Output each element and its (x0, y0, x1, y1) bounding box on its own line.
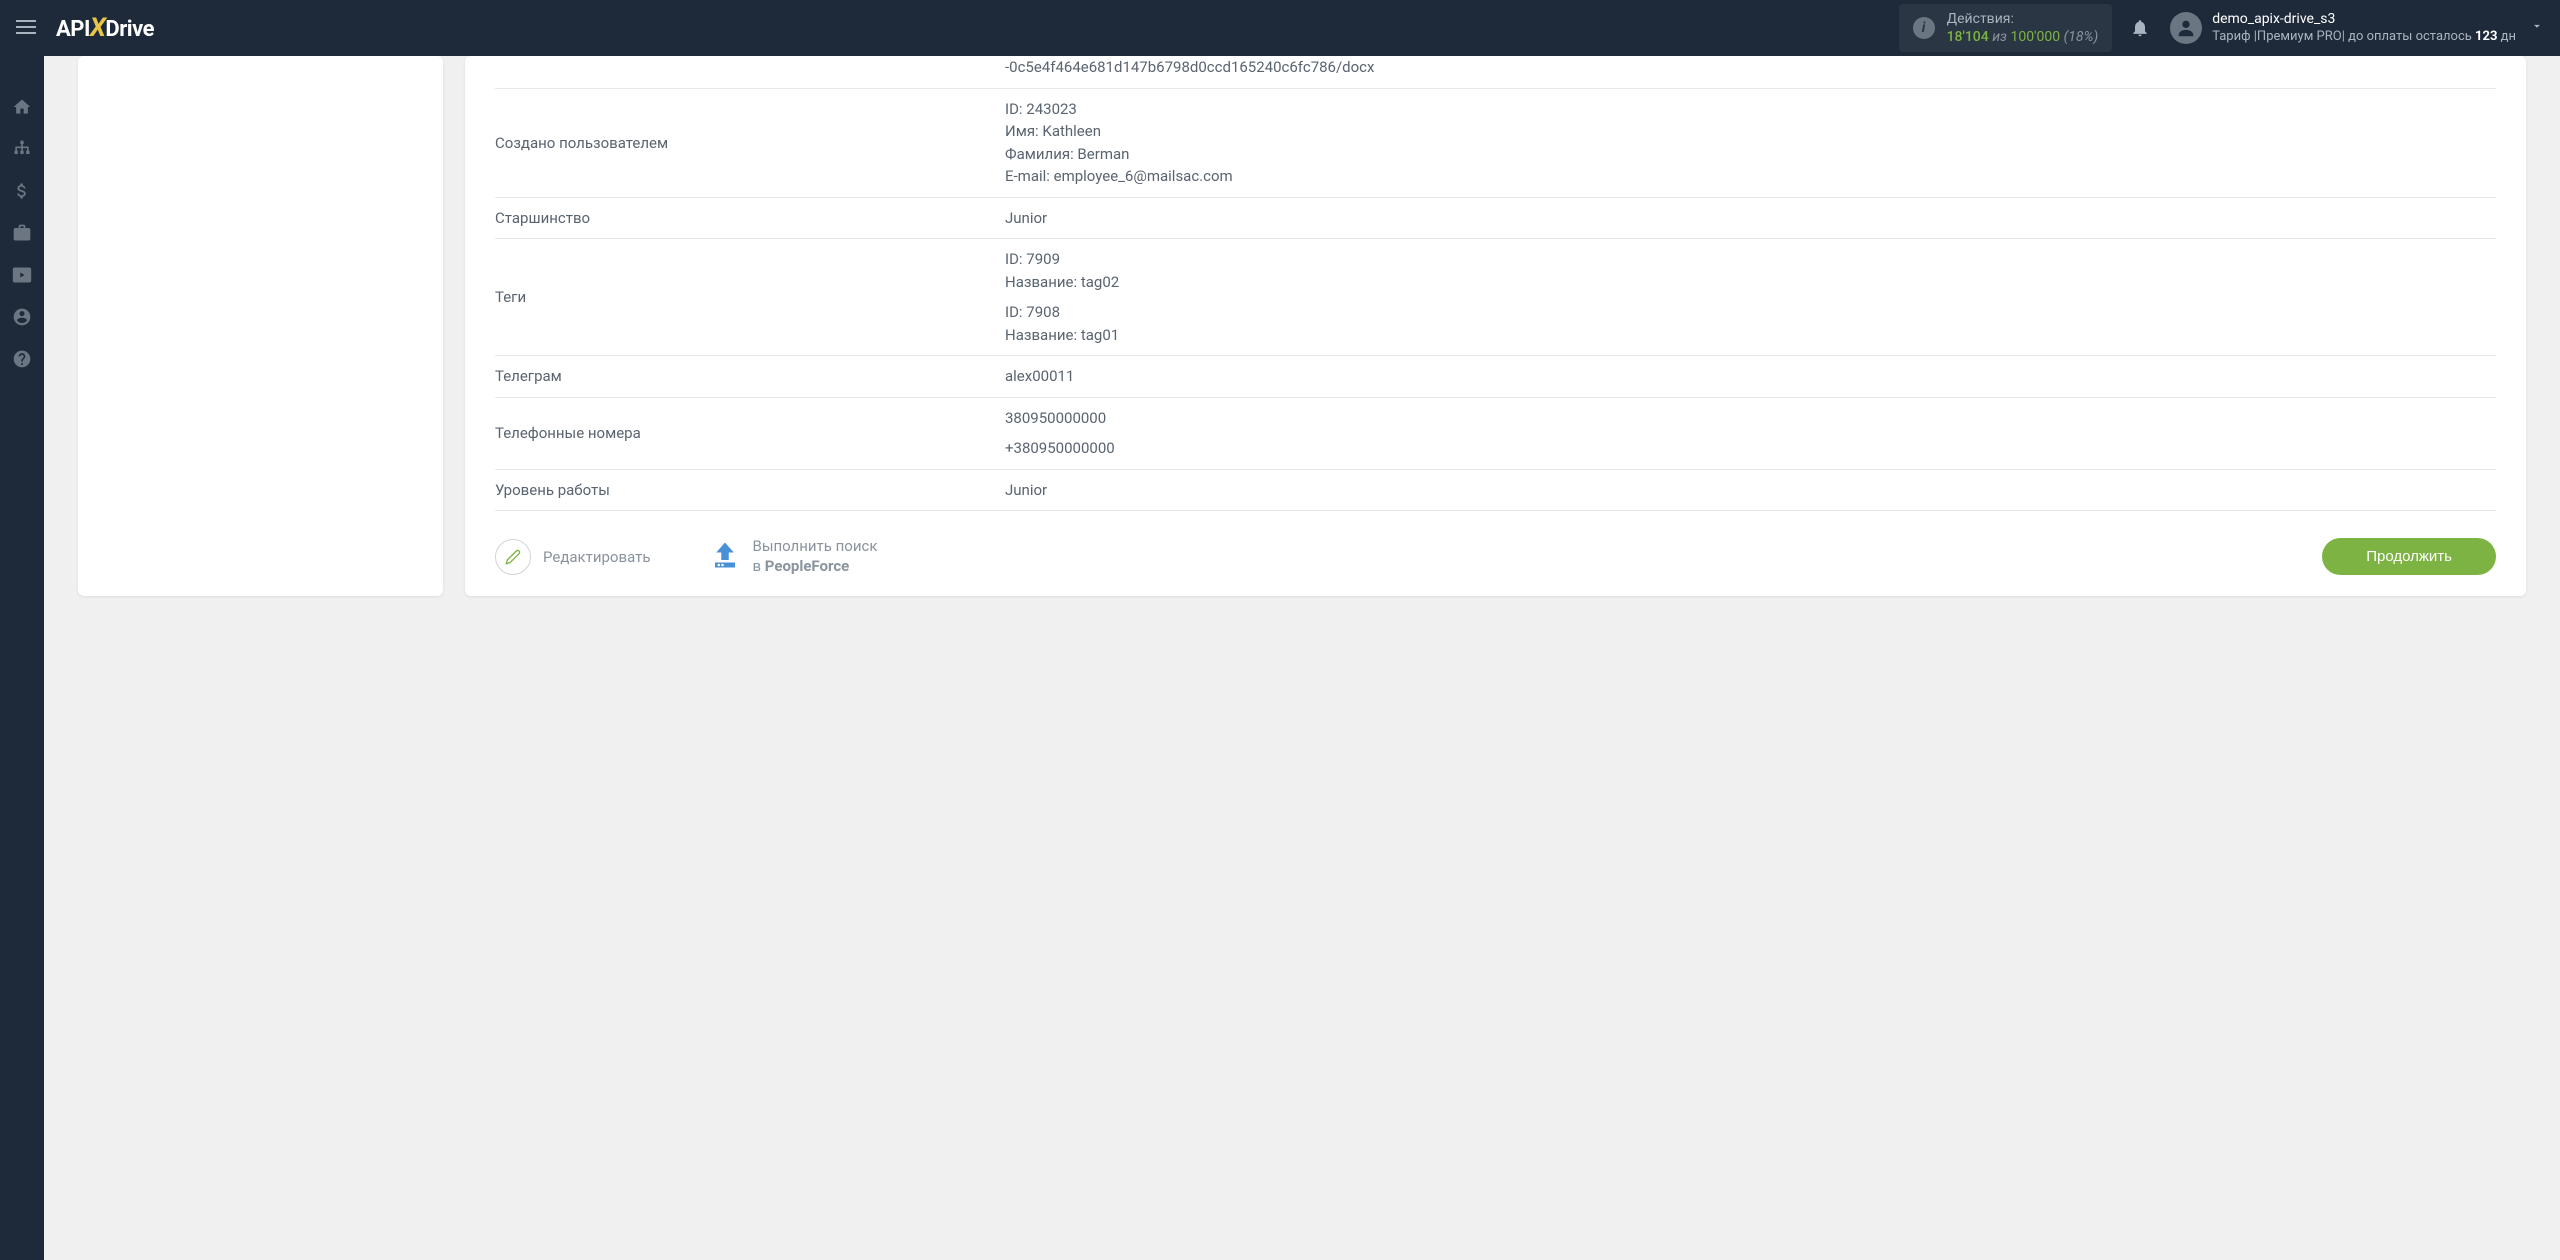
content-area: -0c5e4f464e681d147b6798d0ccd165240c6fc78… (44, 56, 2560, 1260)
user-tariff: Тариф |Премиум PRO| до оплаты осталось 1… (2212, 29, 2516, 46)
tags-value: ID: 7909 Название: tag02 ID: 7908 Назван… (1005, 248, 1119, 346)
sidebar-video[interactable] (0, 254, 44, 296)
seniority-label: Старшинство (495, 207, 1005, 230)
row-tags: Теги ID: 7909 Название: tag02 ID: 7908 Н… (495, 239, 2496, 356)
row-work-level: Уровень работы Junior (495, 470, 2496, 512)
row-file: -0c5e4f464e681d147b6798d0ccd165240c6fc78… (495, 56, 2496, 89)
bell-icon[interactable] (2130, 18, 2150, 38)
logo-drive: Drive (105, 17, 154, 42)
phones-value: 380950000000 +380950000000 (1005, 407, 1115, 460)
sidebar-briefcase[interactable] (0, 212, 44, 254)
actions-total: 100'000 (2010, 29, 2060, 45)
user-menu[interactable]: demo_apix-drive_s3 Тариф |Премиум PRO| д… (2170, 10, 2544, 45)
continue-button[interactable]: Продолжить (2322, 538, 2496, 575)
phones-label: Телефонные номера (495, 407, 1005, 460)
chevron-down-icon (2530, 18, 2544, 37)
sidebar-help[interactable] (0, 338, 44, 380)
work-level-value: Junior (1005, 479, 1047, 502)
created-by-label: Создано пользователем (495, 98, 1005, 188)
row-telegram: Телеграм alex00011 (495, 356, 2496, 398)
logo-x: X (90, 13, 106, 43)
sidebar-home[interactable] (0, 86, 44, 128)
left-panel (78, 56, 443, 596)
telegram-value: alex00011 (1005, 365, 1074, 388)
row-seniority: Старшинство Junior (495, 198, 2496, 240)
user-name: demo_apix-drive_s3 (2212, 10, 2516, 28)
sidebar-profile[interactable] (0, 296, 44, 338)
left-sidebar (0, 56, 44, 1260)
file-value: -0c5e4f464e681d147b6798d0ccd165240c6fc78… (1005, 56, 1374, 79)
row-languages: Языки ID: 173485 Код: en Уровень: elemen… (495, 511, 2496, 519)
edit-label: Редактировать (543, 548, 650, 566)
action-bar: Редактировать Выполнить поиск в PeopleFo… (495, 519, 2496, 576)
created-by-value: ID: 243023 Имя: Kathleen Фамилия: Berman… (1005, 98, 1233, 188)
actions-label: Действия: (1947, 10, 2099, 28)
avatar-icon (2170, 12, 2202, 44)
actions-of: из (1992, 29, 2007, 45)
top-header: APIXDrive i Действия: 18'104 из 100'000 … (0, 0, 2560, 56)
actions-current: 18'104 (1947, 29, 1989, 45)
row-phones: Телефонные номера 380950000000 +38095000… (495, 398, 2496, 470)
actions-percent: (18%) (2064, 29, 2099, 45)
seniority-value: Junior (1005, 207, 1047, 230)
edit-button[interactable] (495, 539, 531, 575)
hamburger-menu[interactable] (16, 16, 40, 40)
sidebar-connections[interactable] (0, 128, 44, 170)
download-icon[interactable] (710, 540, 740, 574)
work-level-label: Уровень работы (495, 479, 1005, 502)
actions-widget[interactable]: i Действия: 18'104 из 100'000 (18%) (1899, 4, 2113, 52)
data-table: -0c5e4f464e681d147b6798d0ccd165240c6fc78… (495, 56, 2496, 519)
sidebar-billing[interactable] (0, 170, 44, 212)
search-peopleforce[interactable]: Выполнить поиск в PeopleForce (752, 537, 877, 576)
main-panel: -0c5e4f464e681d147b6798d0ccd165240c6fc78… (465, 56, 2526, 596)
tags-label: Теги (495, 248, 1005, 346)
logo-api: API (56, 17, 90, 42)
logo[interactable]: APIXDrive (56, 13, 154, 43)
info-icon: i (1913, 17, 1935, 39)
telegram-label: Телеграм (495, 365, 1005, 388)
row-created-by: Создано пользователем ID: 243023 Имя: Ka… (495, 89, 2496, 198)
